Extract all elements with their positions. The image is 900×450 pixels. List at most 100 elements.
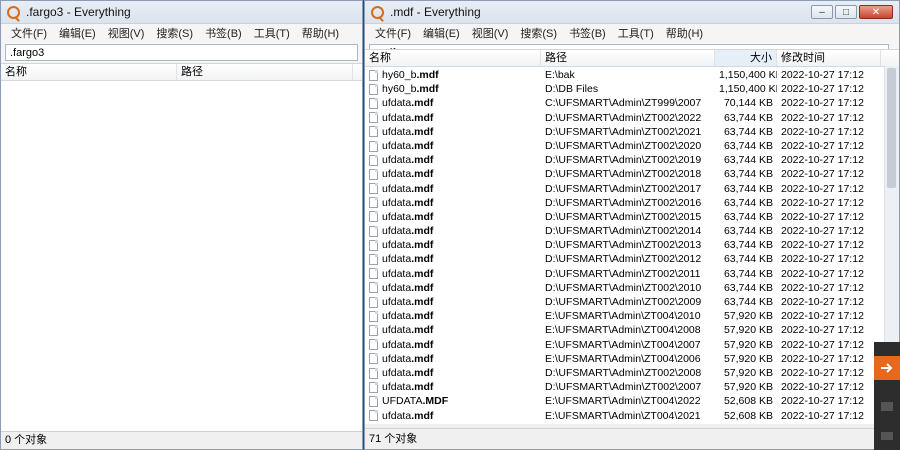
file-name: ufdata: [382, 97, 412, 110]
right-title-bar[interactable]: .mdf - Everything – □ ✕: [365, 1, 899, 24]
file-name-cell: ufdata .mdf: [365, 96, 541, 110]
maximize-button[interactable]: □: [835, 5, 857, 19]
left-results-list[interactable]: 名称 路径: [1, 63, 362, 432]
table-row[interactable]: ufdata .mdf D:\UFSMART\Admin\ZT002\2016 63,…: [365, 196, 899, 210]
file-name-cell: ufdata .mdf: [365, 281, 541, 295]
file-extension: .mdf: [411, 381, 434, 394]
file-name-cell: ufdata .mdf: [365, 380, 541, 394]
file-icon: [369, 395, 378, 407]
menu-file[interactable]: 文件(F): [5, 25, 53, 41]
menu-help[interactable]: 帮助(H): [296, 25, 345, 41]
arrow-right-icon: [881, 363, 893, 373]
file-path-cell: D:\UFSMART\Admin\ZT002\2008: [545, 366, 702, 379]
file-path-cell: D:\UFSMART\Admin\ZT002\2010: [545, 281, 702, 294]
table-row[interactable]: ufdata .mdf D:\UFSMART\Admin\ZT002\2010 63,…: [365, 281, 899, 295]
column-header-size[interactable]: 大小: [715, 50, 777, 66]
file-size-cell: 57,920 KB: [723, 324, 773, 337]
menu-search[interactable]: 搜索(S): [514, 25, 563, 41]
table-row[interactable]: ufdata .mdf D:\UFSMART\Admin\ZT002\2015 63,…: [365, 210, 899, 224]
table-row[interactable]: ufdata .mdf D:\UFSMART\Admin\ZT002\2019 63,…: [365, 153, 899, 167]
scrollbar-thumb[interactable]: [887, 68, 896, 188]
left-window-title: .fargo3 - Everything: [26, 5, 131, 19]
left-search-input[interactable]: [5, 44, 358, 61]
file-name-cell: ufdata .mdf: [365, 167, 541, 181]
menu-view[interactable]: 视图(V): [466, 25, 515, 41]
menu-edit[interactable]: 编辑(E): [417, 25, 466, 41]
file-name: ufdata: [382, 154, 412, 167]
file-date-cell: 2022-10-27 17:12: [781, 97, 864, 110]
menu-bookmarks[interactable]: 书签(B): [199, 25, 248, 41]
table-row[interactable]: ufdata .mdf E:\UFSMART\Admin\ZT004\2010 57,…: [365, 309, 899, 323]
column-header-path[interactable]: 路径: [541, 50, 715, 66]
file-icon: [369, 225, 378, 237]
table-row[interactable]: hy60_b .mdf E:\bak 1,150,400 KB 2022-10-27 1…: [365, 68, 899, 82]
menu-bookmarks[interactable]: 书签(B): [563, 25, 612, 41]
table-row[interactable]: ufdata .mdf D:\UFSMART\Admin\ZT002\2009 63,…: [365, 295, 899, 309]
menu-tools[interactable]: 工具(T): [248, 25, 296, 41]
column-header-path[interactable]: 路径: [177, 64, 353, 80]
table-row[interactable]: ufdata .mdf C:\UFSMART\Admin\ZT999\2007 70,…: [365, 96, 899, 110]
table-row[interactable]: ufdata .mdf D:\UFSMART\Admin\ZT002\2007 57,…: [365, 380, 899, 394]
file-size-cell: 57,920 KB: [723, 338, 773, 351]
menu-file[interactable]: 文件(F): [369, 25, 417, 41]
file-date-cell: 2022-10-27 17:12: [781, 324, 864, 337]
left-column-header: 名称 路径: [1, 64, 362, 81]
file-extension: .mdf: [411, 281, 434, 294]
side-arrow-button[interactable]: [874, 356, 900, 380]
file-path-cell: D:\UFSMART\Admin\ZT002\2015: [545, 210, 702, 223]
file-size-cell: 63,744 KB: [723, 196, 773, 209]
window-controls: – □ ✕: [811, 5, 899, 19]
table-row[interactable]: ufdata .mdf D:\UFSMART\Admin\ZT002\2013 63,…: [365, 238, 899, 252]
file-icon: [369, 339, 378, 351]
left-title-bar[interactable]: .fargo3 - Everything: [1, 1, 362, 24]
file-icon: [369, 183, 378, 195]
file-path-cell: D:\UFSMART\Admin\ZT002\2019: [545, 154, 702, 167]
file-name-cell: ufdata .mdf: [365, 111, 541, 125]
chat-icon: [881, 432, 893, 440]
menu-help[interactable]: 帮助(H): [660, 25, 709, 41]
column-header-modified[interactable]: 修改时间: [777, 50, 881, 66]
file-name-cell: ufdata .mdf: [365, 224, 541, 238]
file-size-cell: 63,744 KB: [723, 239, 773, 252]
file-name: ufdata: [382, 139, 412, 152]
table-row[interactable]: ufdata .mdf D:\UFSMART\Admin\ZT002\2021 63,…: [365, 125, 899, 139]
file-path-cell: D:\UFSMART\Admin\ZT002\2020: [545, 139, 702, 152]
file-name-cell: ufdata .mdf: [365, 196, 541, 210]
left-menu-bar: 文件(F) 编辑(E) 视图(V) 搜索(S) 书签(B) 工具(T) 帮助(H…: [1, 24, 362, 42]
file-date-cell: 2022-10-27 17:12: [781, 338, 864, 351]
menu-search[interactable]: 搜索(S): [150, 25, 199, 41]
table-row[interactable]: ufdata .mdf D:\UFSMART\Admin\ZT002\2011 63,…: [365, 267, 899, 281]
close-button[interactable]: ✕: [859, 5, 893, 19]
file-size-cell: 1,150,400 KB: [719, 69, 777, 81]
file-path-cell: D:\UFSMART\Admin\ZT002\2016: [545, 196, 702, 209]
menu-view[interactable]: 视图(V): [102, 25, 151, 41]
menu-edit[interactable]: 编辑(E): [53, 25, 102, 41]
table-row[interactable]: ufdata .mdf D:\UFSMART\Admin\ZT002\2008 57,…: [365, 366, 899, 380]
table-row[interactable]: ufdata .mdf E:\UFSMART\Admin\ZT004\2007 57,…: [365, 338, 899, 352]
file-size-cell: 63,744 KB: [723, 281, 773, 294]
file-size-cell: 63,744 KB: [723, 210, 773, 223]
table-row[interactable]: ufdata .mdf D:\UFSMART\Admin\ZT002\2014 63,…: [365, 224, 899, 238]
table-row[interactable]: UFDATA .MDF E:\UFSMART\Admin\ZT004\2022 52,…: [365, 394, 899, 408]
table-row[interactable]: ufdata .mdf D:\UFSMART\Admin\ZT002\2012 63,…: [365, 252, 899, 266]
file-extension: .mdf: [411, 225, 434, 238]
table-row[interactable]: ufdata .mdf D:\UFSMART\Admin\ZT002\2018 63,…: [365, 167, 899, 181]
table-row[interactable]: hy60_b .mdf D:\DB Files 1,150,400 KB 2022-10…: [365, 82, 899, 96]
left-everything-window: .fargo3 - Everything 文件(F) 编辑(E) 视图(V) 搜…: [0, 0, 363, 450]
right-results-list[interactable]: 名称 路径 大小 修改时间 hy60_b .mdf E:\bak 1,150,400 …: [365, 49, 899, 424]
table-row[interactable]: ufdata .mdf E:\UFSMART\Admin\ZT004\2008 57,…: [365, 323, 899, 337]
table-row[interactable]: ufdata .mdf D:\UFSMART\Admin\ZT002\2022 63,…: [365, 111, 899, 125]
table-row[interactable]: ufdata .mdf E:\UFSMART\Admin\ZT004\2021 52,…: [365, 409, 899, 423]
table-row[interactable]: ufdata .mdf E:\UFSMART\Admin\ZT004\2006 57,…: [365, 352, 899, 366]
table-row[interactable]: ufdata .mdf D:\UFSMART\Admin\ZT002\2020 63,…: [365, 139, 899, 153]
column-header-name[interactable]: 名称: [1, 64, 177, 80]
table-row[interactable]: ufdata .mdf D:\UFSMART\Admin\ZT002\2017 63,…: [365, 182, 899, 196]
right-window-title: .mdf - Everything: [390, 5, 481, 19]
column-header-name[interactable]: 名称: [365, 50, 541, 66]
minimize-button[interactable]: –: [811, 5, 833, 19]
menu-tools[interactable]: 工具(T): [612, 25, 660, 41]
file-size-cell: 52,608 KB: [723, 395, 773, 408]
side-chat-button[interactable]: [874, 424, 900, 448]
side-video-button[interactable]: [874, 394, 900, 418]
file-name: ufdata: [382, 182, 412, 195]
